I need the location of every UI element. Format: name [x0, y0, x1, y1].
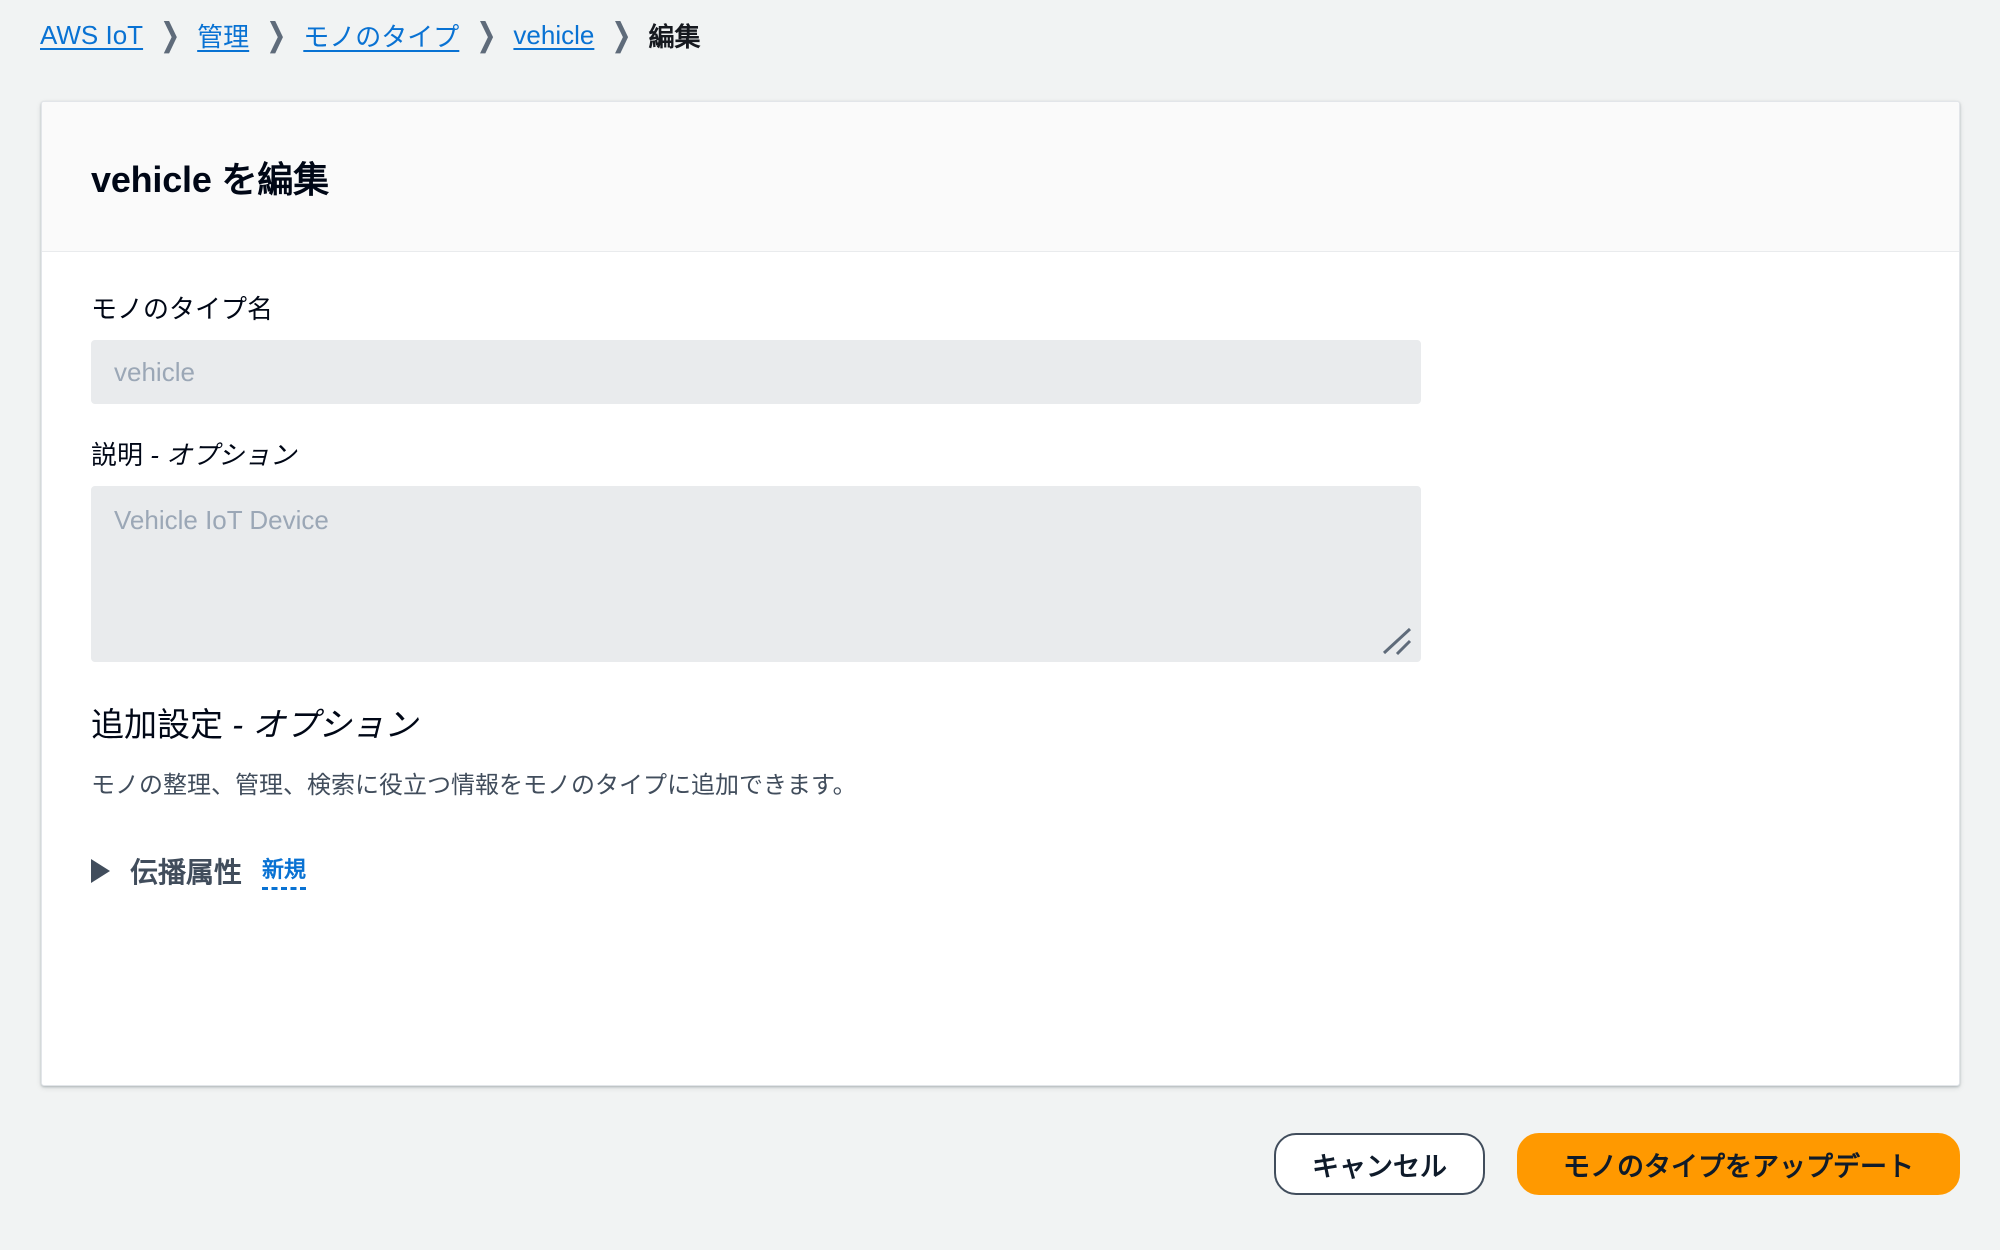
breadcrumb-item-aws-iot[interactable]: AWS IoT: [40, 20, 143, 51]
additional-settings-heading-main: 追加設定: [91, 706, 223, 744]
form-actions: キャンセル モノのタイプをアップデート: [1274, 1133, 1960, 1195]
expandable-section-label: 伝播属性: [130, 856, 243, 888]
thing-type-name-input[interactable]: vehicle: [91, 340, 1421, 405]
field-description: 説明 - オプション Vehicle IoT Device: [91, 440, 1910, 663]
breadcrumb-separator-icon: ❯: [160, 16, 181, 54]
breadcrumb-item-thing-types[interactable]: モノのタイプ: [303, 17, 459, 54]
breadcrumb: AWS IoT ❯ 管理 ❯ モノのタイプ ❯ vehicle ❯ 編集: [40, 16, 700, 54]
caret-right-icon: [91, 858, 110, 883]
card-header: vehicle を編集: [42, 102, 1959, 252]
edit-thing-type-card: vehicle を編集 モノのタイプ名 vehicle 説明 - オプション V…: [41, 101, 1960, 1086]
description-value: Vehicle IoT Device: [114, 505, 329, 536]
thing-type-name-value: vehicle: [114, 356, 195, 387]
field-thing-type-name: モノのタイプ名 vehicle: [91, 294, 1910, 405]
additional-settings-section: 追加設定 - オプション モノの整理、管理、検索に役立つ情報をモノのタイプに追加…: [91, 698, 1910, 890]
description-label-main: 説明: [91, 440, 144, 471]
breadcrumb-separator-icon: ❯: [611, 16, 632, 54]
cancel-button[interactable]: キャンセル: [1274, 1133, 1485, 1195]
description-textarea[interactable]: Vehicle IoT Device: [91, 486, 1421, 663]
page-title: vehicle を編集: [91, 158, 329, 200]
additional-settings-heading-optional: - オプション: [223, 706, 418, 744]
additional-settings-description: モノの整理、管理、検索に役立つ情報をモノのタイプに追加できます。: [91, 772, 857, 800]
update-thing-type-button[interactable]: モノのタイプをアップデート: [1517, 1133, 1960, 1195]
breadcrumb-item-vehicle[interactable]: vehicle: [513, 20, 594, 51]
breadcrumb-item-edit: 編集: [648, 21, 701, 52]
expandable-section-propagating-attributes[interactable]: 伝播属性 新規: [91, 851, 307, 891]
additional-settings-heading: 追加設定 - オプション: [91, 698, 1910, 746]
description-label-optional: - オプション: [143, 440, 297, 471]
breadcrumb-separator-icon: ❯: [476, 16, 497, 54]
description-label: 説明 - オプション: [91, 440, 1910, 471]
page-root: AWS IoT ❯ 管理 ❯ モノのタイプ ❯ vehicle ❯ 編集 veh…: [0, 0, 2000, 1250]
breadcrumb-item-kanri[interactable]: 管理: [197, 17, 249, 54]
status-badge-new[interactable]: 新規: [262, 852, 307, 890]
description-textarea-wrapper: Vehicle IoT Device: [91, 486, 1421, 663]
card-body: モノのタイプ名 vehicle 説明 - オプション Vehicle IoT D…: [42, 252, 1959, 891]
breadcrumb-separator-icon: ❯: [266, 16, 287, 54]
thing-type-name-label: モノのタイプ名: [91, 294, 274, 324]
